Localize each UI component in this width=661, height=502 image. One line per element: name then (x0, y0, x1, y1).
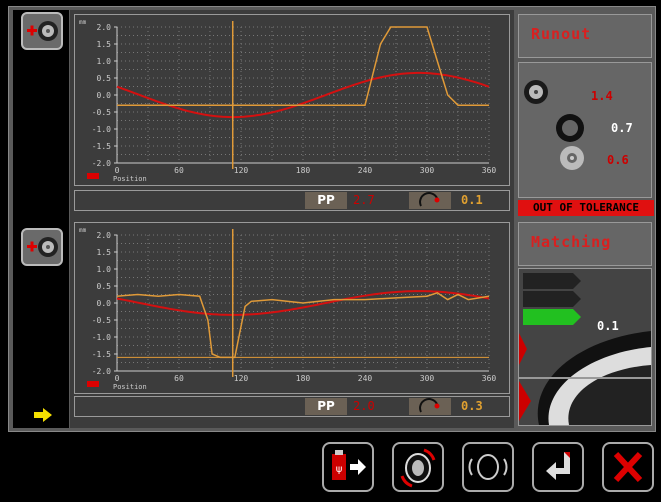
wheel-add-button-bottom[interactable] (21, 228, 63, 266)
x-tick-label: 180 (296, 374, 311, 383)
tyre-icon (556, 114, 584, 142)
x-tick-label: 120 (234, 166, 249, 175)
legend-swatch (87, 173, 99, 179)
y-tick-label: 1.0 (97, 57, 112, 66)
rotation-arc-icon (419, 398, 440, 413)
y-tick-label: 2.0 (97, 23, 112, 32)
y-tick-label: 0.0 (97, 299, 112, 308)
x-tick-label: 240 (358, 166, 373, 175)
assembly-value: 1.4 (591, 89, 613, 103)
y-tick-label: 0.5 (97, 282, 112, 291)
x-tick-label: 300 (420, 374, 435, 383)
matching-preview-box: 0.1 (518, 268, 652, 426)
close-icon (613, 451, 643, 483)
tyre-value: 0.7 (611, 121, 633, 135)
runout-title-box[interactable]: Runout (518, 14, 652, 58)
matching-value: 0.1 (597, 319, 619, 333)
x-tick-label: 0 (115, 166, 120, 175)
wheel-rotate-button[interactable] (392, 442, 444, 492)
x-tick-label: 120 (234, 374, 249, 383)
runout-chart-svg: mm 2.0 1.5 1.0 0.5 0.0 -0.5 -1.0 -1.5 -2.0 0 60 120 1… (79, 19, 497, 183)
usb-export-button[interactable]: ψ (322, 442, 374, 492)
right-panel: Runout 1.4 0.7 0.6 OUT OF TOLERANCE Matc… (516, 10, 654, 428)
confirm-enter-icon (546, 452, 570, 480)
x-tick-label: 0 (115, 374, 120, 383)
y-tick-label: -2.0 (92, 367, 111, 376)
usb-export-icon: ψ (332, 450, 366, 480)
unit-label: mm (79, 19, 87, 26)
rim-value: 0.6 (607, 153, 629, 167)
pp-value: 2.7 (353, 193, 375, 207)
tyre-icon (468, 454, 508, 480)
matching-title-box[interactable]: Matching (518, 222, 652, 266)
x-tick-label: 240 (358, 374, 373, 383)
tyre-button[interactable] (462, 442, 514, 492)
y-tick-label: -0.5 (92, 108, 111, 117)
y-tick-label: -1.0 (92, 333, 111, 342)
x-tick-label: 180 (296, 166, 311, 175)
pp-label: PP (305, 192, 347, 209)
wheel-add-button-top[interactable] (21, 12, 63, 50)
rotation-arc-icon (419, 192, 440, 207)
runout-infobar: PP 2.7 0.1 (74, 190, 510, 211)
y-tick-label: -1.5 (92, 350, 111, 359)
y-tick-label: 2.0 (97, 231, 112, 240)
matching-chart-svg: mm 2.0 1.5 1.0 0.5 0.0 -0.5 -1.0 -1.5 -2.0 0 60 120 1… (79, 227, 497, 391)
y-tick-label: 1.5 (97, 40, 112, 49)
runout-title: Runout (531, 25, 592, 43)
matching-preview (519, 269, 651, 425)
out-of-tolerance-status: OUT OF TOLERANCE (518, 200, 654, 216)
legend-swatch (87, 381, 99, 387)
runout-values-box: 1.4 0.7 0.6 (518, 62, 652, 198)
rotation-box (409, 192, 451, 209)
x-tick-label: 360 (482, 166, 497, 175)
y-tick-label: 1.0 (97, 265, 112, 274)
y-tick-label: 0.0 (97, 91, 112, 100)
close-button[interactable] (602, 442, 654, 492)
y-tick-label: -1.0 (92, 125, 111, 134)
y-tick-label: 1.5 (97, 248, 112, 257)
x-tick-label: 60 (174, 166, 184, 175)
rim-icon (560, 146, 584, 170)
assembly-wheel-icon (524, 80, 548, 104)
rotation-value: 0.1 (461, 193, 483, 207)
matching-infobar: PP 2.0 0.3 (74, 396, 510, 417)
wheel-add-icon (27, 237, 58, 257)
wheel-rotate-icon (400, 448, 436, 488)
legend-label: Position (113, 383, 147, 391)
y-tick-label: -1.5 (92, 142, 111, 151)
confirm-enter-button[interactable] (532, 442, 584, 492)
charts-panel: mm 2.0 1.5 1.0 0.5 0.0 -0.5 -1.0 -1.5 -2.0 0 60 120 1… (70, 10, 514, 428)
rotation-box (409, 398, 451, 415)
x-tick-label: 360 (482, 374, 497, 383)
y-tick-label: 0.5 (97, 74, 112, 83)
legend-label: Position (113, 175, 147, 183)
y-tick-label: -2.0 (92, 159, 111, 168)
wheel-add-icon (27, 21, 58, 41)
svg-text:ψ: ψ (336, 464, 343, 475)
matching-title: Matching (531, 233, 612, 251)
measured-series (117, 26, 489, 106)
runout-chart: mm 2.0 1.5 1.0 0.5 0.0 -0.5 -1.0 -1.5 -2.0 0 60 120 1… (74, 14, 510, 186)
pp-label: PP (305, 398, 347, 415)
yellow-right-arrow-icon (34, 408, 52, 422)
y-tick-label: -0.5 (92, 316, 111, 325)
x-tick-label: 60 (174, 374, 184, 383)
unit-label: mm (79, 227, 87, 234)
pp-value: 2.0 (353, 399, 375, 413)
matching-chart: mm 2.0 1.5 1.0 0.5 0.0 -0.5 -1.0 -1.5 -2.0 0 60 120 1… (74, 222, 510, 394)
rotation-value: 0.3 (461, 399, 483, 413)
left-toolbar (13, 10, 69, 428)
x-tick-label: 300 (420, 166, 435, 175)
